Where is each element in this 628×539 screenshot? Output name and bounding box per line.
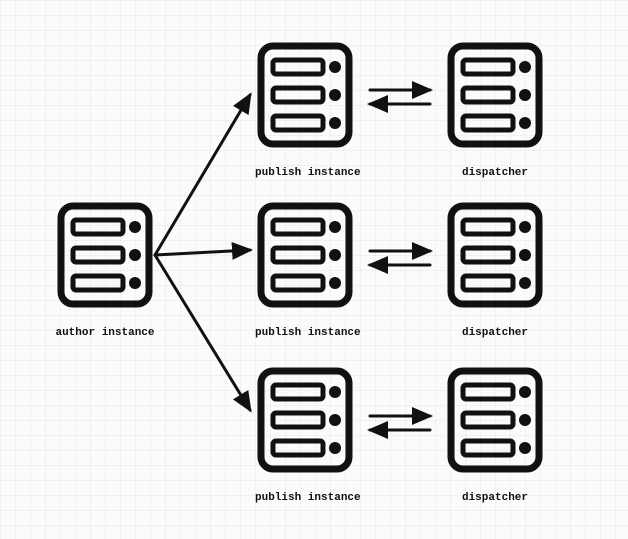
arrow-author-to-publish1 <box>155 95 250 255</box>
node-publish3: publish instance <box>255 365 355 504</box>
bidir-arrow-2 <box>370 251 430 265</box>
node-dispatch1: dispatcher <box>445 40 545 179</box>
server-icon <box>445 200 545 310</box>
node-publish1: publish instance <box>255 40 355 179</box>
diagram-canvas: author instance publish instance publish… <box>0 0 628 539</box>
server-icon <box>445 365 545 475</box>
node-label: dispatcher <box>445 492 545 504</box>
node-label: publish instance <box>255 167 355 179</box>
server-icon <box>255 365 355 475</box>
node-label: author instance <box>55 327 155 339</box>
bidir-arrow-1 <box>370 90 430 104</box>
node-label: publish instance <box>255 492 355 504</box>
bidir-arrow-3 <box>370 416 430 430</box>
node-publish2: publish instance <box>255 200 355 339</box>
server-icon <box>255 40 355 150</box>
arrow-author-to-publish2 <box>155 250 250 255</box>
server-icon <box>445 40 545 150</box>
node-label: dispatcher <box>445 167 545 179</box>
node-dispatch2: dispatcher <box>445 200 545 339</box>
arrow-author-to-publish3 <box>155 255 250 410</box>
node-label: publish instance <box>255 327 355 339</box>
server-icon <box>55 200 155 310</box>
node-dispatch3: dispatcher <box>445 365 545 504</box>
node-label: dispatcher <box>445 327 545 339</box>
node-author: author instance <box>55 200 155 339</box>
server-icon <box>255 200 355 310</box>
